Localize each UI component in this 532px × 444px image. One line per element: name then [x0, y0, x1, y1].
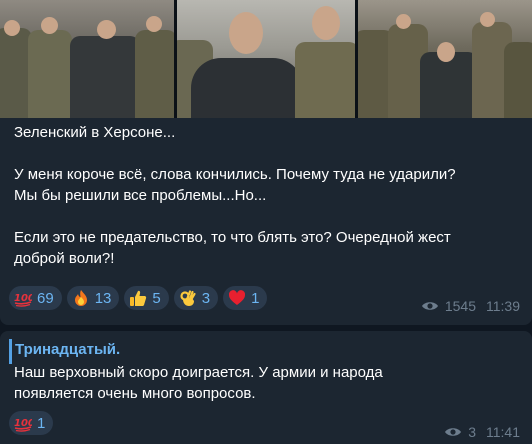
- hundred-points-icon: 100: [14, 289, 35, 307]
- photo-album[interactable]: [0, 0, 532, 118]
- reaction-heart[interactable]: 1: [223, 286, 268, 310]
- eye-icon: [421, 302, 438, 310]
- comment-line: Наш верховный скоро доиграется. У армии …: [14, 364, 383, 381]
- post-line: Зеленский в Херсоне...: [14, 124, 176, 141]
- comment-line: появляется очень много вопросов.: [14, 385, 256, 402]
- ok-hand-icon: [179, 289, 197, 307]
- reaction-hundred[interactable]: 100 1: [9, 411, 54, 435]
- author-block[interactable]: Тринадцатый.: [9, 339, 455, 364]
- author-name[interactable]: Тринадцатый.: [15, 339, 455, 361]
- post-line: У меня короче всё, слова кончились. Поче…: [14, 166, 456, 183]
- album-photo-2[interactable]: [177, 0, 355, 118]
- thumbs-up-icon: [129, 289, 147, 307]
- hundred-points-icon: 100: [14, 414, 35, 432]
- reaction-count: 3: [201, 289, 211, 307]
- post-reactions: 100 69 13: [9, 286, 268, 310]
- reaction-ok-hand[interactable]: 3: [173, 286, 219, 310]
- comment-meta: 3 11:41: [444, 423, 520, 441]
- view-count: 1545: [444, 298, 476, 314]
- reaction-count: 13: [94, 289, 112, 307]
- comment-reactions: 100 1: [9, 411, 54, 435]
- reaction-count: 1: [37, 414, 46, 432]
- comment-time: 11:41: [486, 424, 520, 440]
- eye-icon: [445, 428, 462, 436]
- channel-post[interactable]: Зеленский в Херсоне... У меня короче всё…: [0, 0, 532, 325]
- post-line: доброй воли?!: [14, 250, 115, 267]
- reaction-fire[interactable]: 13: [66, 286, 120, 310]
- post-line: Мы бы решили все проблемы...Но...: [14, 187, 267, 204]
- post-text: Зеленский в Херсоне... У меня короче всё…: [14, 122, 522, 269]
- heart-icon: [228, 289, 246, 307]
- view-count: 3: [468, 424, 476, 440]
- album-photo-1[interactable]: [0, 0, 174, 118]
- reaction-thumbs-up[interactable]: 5: [124, 286, 169, 310]
- comment-text: Наш верховный скоро доиграется. У армии …: [14, 362, 514, 404]
- post-time: 11:39: [486, 298, 520, 314]
- reaction-hundred[interactable]: 100 69: [9, 286, 62, 310]
- fire-icon: [72, 289, 90, 307]
- reaction-count: 5: [152, 289, 161, 307]
- post-line: Если это не предательство, то что блять …: [14, 229, 451, 246]
- album-photo-3[interactable]: [358, 0, 532, 118]
- post-meta: 1545 11:39: [421, 297, 520, 315]
- reaction-count: 1: [251, 289, 260, 307]
- channel-feed: Зеленский в Херсоне... У меня короче всё…: [0, 0, 532, 444]
- reaction-count: 69: [37, 289, 54, 307]
